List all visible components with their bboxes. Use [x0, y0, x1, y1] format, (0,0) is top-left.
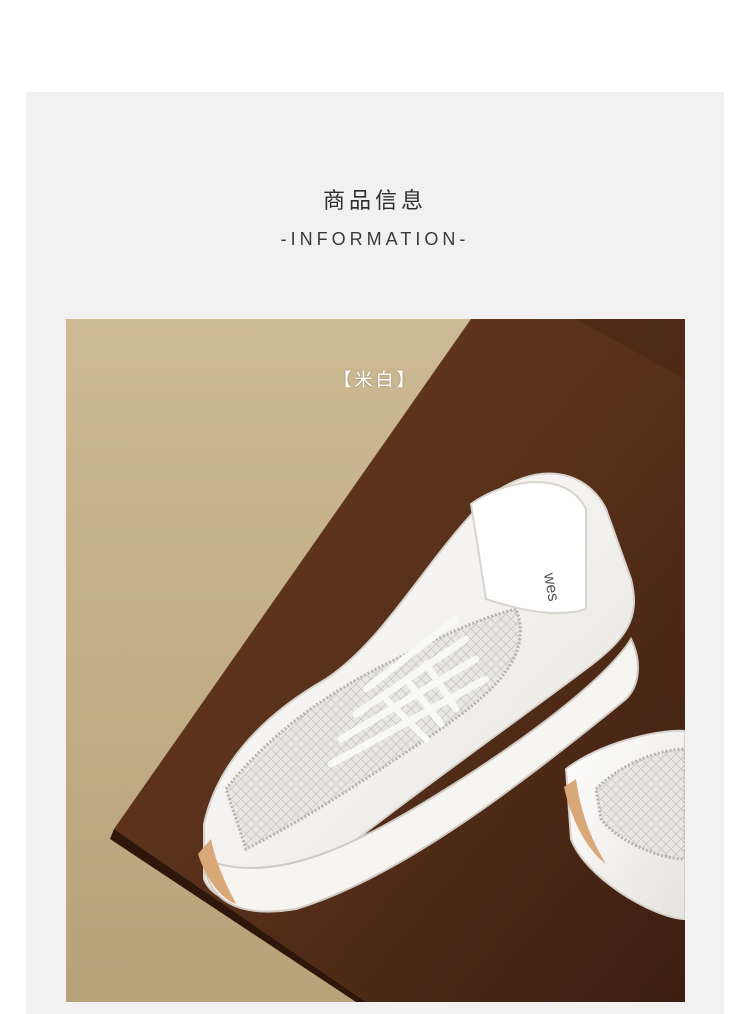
product-info-page: 商品信息 -INFORMATION- wes 【米白】 [0, 0, 750, 1014]
section-title-en: -INFORMATION- [280, 229, 470, 249]
sneaker-photo-illustration: wes [66, 319, 685, 1002]
info-panel: 商品信息 -INFORMATION- wes 【米白】 [26, 92, 724, 1014]
sneaker-tongue [469, 481, 587, 615]
product-photo: wes 【米白】 [66, 319, 685, 1002]
section-title-cn: 商品信息 [322, 189, 427, 214]
color-label: 【米白】 [333, 370, 418, 391]
